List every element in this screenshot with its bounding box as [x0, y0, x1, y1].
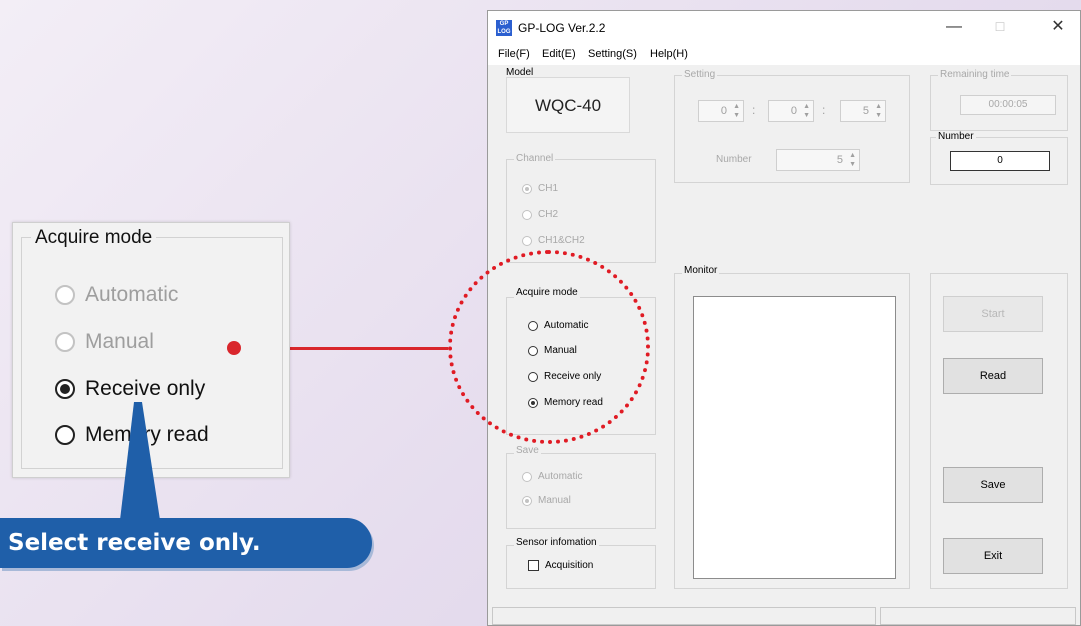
radio-icon: [522, 209, 532, 220]
zoom-radio-receive-only: Receive only: [55, 377, 205, 401]
radio-save-automatic[interactable]: Automatic: [522, 471, 582, 482]
radio-checked-icon: [522, 183, 532, 194]
maximize-button[interactable]: ☐: [980, 15, 1020, 39]
app-icon: GP LOG: [496, 20, 512, 36]
radio-icon: [522, 235, 532, 246]
radio-ch2[interactable]: CH2: [522, 209, 558, 220]
radio-icon: [55, 285, 75, 305]
callout-banner: Select receive only.: [0, 518, 372, 568]
spinner-arrows-icon: ▲ ▼: [803, 103, 810, 119]
menu-edit[interactable]: Edit(E): [542, 48, 576, 60]
remaining-time-label: Remaining time: [938, 69, 1012, 80]
exit-button[interactable]: Exit: [943, 538, 1043, 574]
setting-label: Setting: [682, 69, 718, 80]
minutes-spinner[interactable]: 0 ▲ ▼: [768, 100, 814, 122]
zoom-radio-manual: Manual: [55, 330, 154, 354]
spinner-arrows-icon: ▲ ▼: [733, 103, 740, 119]
setting-number-label: Number: [716, 154, 752, 165]
number-value: 0: [950, 151, 1050, 171]
title-bar: GP LOG GP-LOG Ver.2.2 — ☐ ✕: [488, 11, 1080, 43]
checkbox-icon: [528, 560, 539, 571]
zoom-acquire-mode-label: Acquire mode: [31, 227, 157, 249]
radio-icon: [522, 471, 532, 482]
start-button[interactable]: Start: [943, 296, 1043, 332]
radio-ch1-ch2[interactable]: CH1&CH2: [522, 235, 585, 246]
seconds-spinner[interactable]: 5 ▲ ▼: [840, 100, 886, 122]
connector-dot: [227, 341, 241, 355]
model-display: WQC-40: [506, 77, 630, 133]
monitor-area[interactable]: [693, 296, 896, 579]
channel-label: Channel: [514, 153, 556, 164]
spinner-arrows-icon: ▲ ▼: [849, 152, 856, 168]
menu-bar: File(F) Edit(E) Setting(S) Help(H): [488, 43, 1080, 65]
menu-file[interactable]: File(F): [498, 48, 530, 60]
radio-checked-icon: [55, 379, 75, 399]
minimize-button[interactable]: —: [934, 15, 974, 39]
radio-checked-icon: [522, 495, 532, 506]
number-label: Number: [936, 131, 976, 142]
menu-setting[interactable]: Setting(S): [588, 48, 637, 60]
radio-icon: [55, 332, 75, 352]
status-bar: [488, 607, 1080, 625]
radio-save-manual[interactable]: Manual: [522, 495, 571, 506]
save-button[interactable]: Save: [943, 467, 1043, 503]
setting-number-spinner[interactable]: 5 ▲ ▼: [776, 149, 860, 171]
acquisition-checkbox[interactable]: Acquisition: [528, 560, 593, 571]
spinner-arrows-icon: ▲ ▼: [875, 103, 882, 119]
time-separator: :: [822, 103, 826, 117]
monitor-label: Monitor: [682, 265, 720, 276]
highlight-circle: [448, 250, 650, 444]
window-title: GP-LOG Ver.2.2: [518, 21, 606, 35]
status-cell-right: [880, 607, 1076, 625]
save-group-label: Save: [514, 445, 541, 456]
sensor-label: Sensor infomation: [514, 537, 599, 548]
status-cell-left: [492, 607, 876, 625]
radio-ch1[interactable]: CH1: [522, 183, 558, 194]
zoom-radio-automatic: Automatic: [55, 283, 178, 307]
model-value: WQC-40: [534, 96, 602, 115]
time-separator: :: [752, 103, 756, 117]
menu-help[interactable]: Help(H): [650, 48, 688, 60]
callout-pointer: [120, 402, 160, 520]
radio-icon: [55, 425, 75, 445]
read-button[interactable]: Read: [943, 358, 1043, 394]
close-button[interactable]: ✕: [1038, 15, 1078, 39]
hours-spinner[interactable]: 0 ▲ ▼: [698, 100, 744, 122]
remaining-time-value: 00:00:05: [960, 95, 1056, 115]
save-group: [506, 453, 656, 529]
